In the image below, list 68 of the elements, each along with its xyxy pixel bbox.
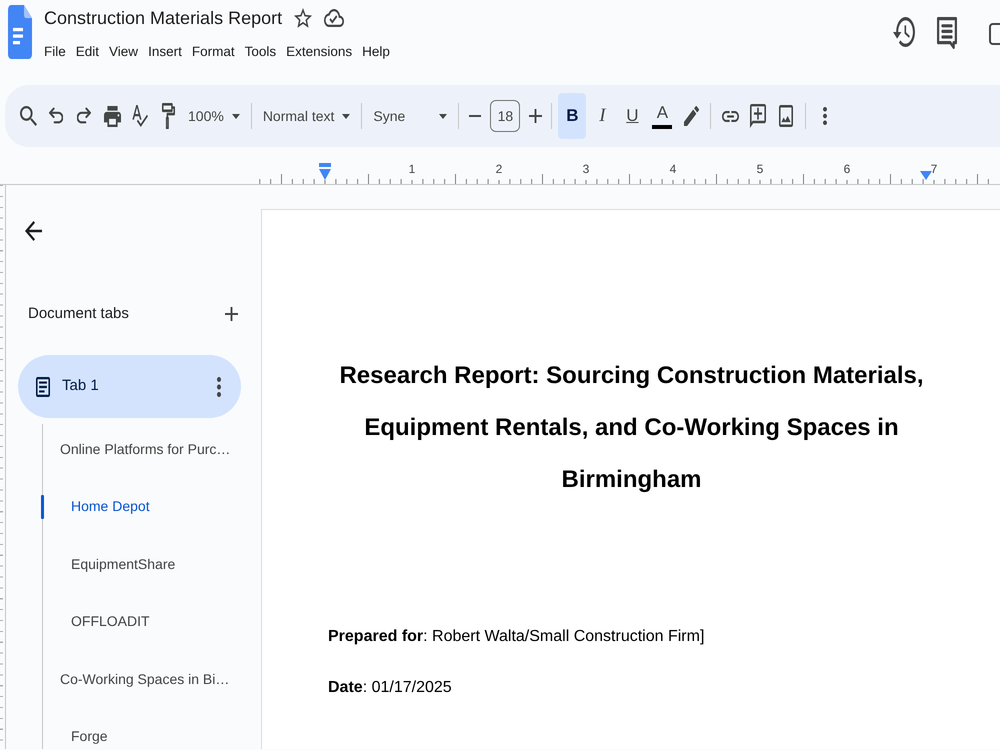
paint-roller-icon — [162, 103, 174, 129]
plus-icon — [528, 109, 542, 123]
font-size-field[interactable]: 18 — [490, 100, 520, 132]
outline-item[interactable]: Home Depot — [41, 494, 150, 518]
document-tab[interactable]: Tab 1 — [18, 355, 241, 418]
printer-icon — [104, 106, 120, 126]
zoom-dropdown[interactable]: 100% — [182, 100, 246, 132]
star-button[interactable] — [294, 8, 312, 28]
add-tab-button[interactable] — [225, 307, 238, 321]
menu-item[interactable]: Tools — [240, 41, 282, 63]
comments-button[interactable] — [937, 17, 957, 49]
outline-item[interactable]: OFFLOADIT — [41, 610, 150, 634]
paragraph-style-dropdown[interactable]: Normal text — [256, 100, 356, 132]
redo-icon — [77, 107, 91, 125]
caret-icon — [232, 114, 240, 118]
ruler-number: 6 — [844, 162, 850, 176]
comment-lines-icon — [937, 17, 957, 49]
minus-icon — [469, 115, 482, 117]
italic-button[interactable]: I — [588, 93, 616, 139]
version-history-button[interactable] — [893, 17, 915, 47]
docs-logo-icon — [8, 5, 32, 59]
more-vertical-icon — [217, 376, 221, 396]
ruler-number: 7 — [930, 162, 938, 176]
search-icon — [20, 106, 36, 126]
outline-item[interactable]: Co-Working Spaces in Bi… — [41, 667, 230, 691]
toolbar-button[interactable] — [988, 21, 1000, 47]
underline-button[interactable]: U — [618, 93, 646, 139]
font-dropdown[interactable]: Syne — [367, 100, 454, 132]
outline-item[interactable]: EquipmentShare — [41, 552, 176, 576]
marker-pen-icon — [684, 106, 699, 126]
document-tabs-heading: Document tabs — [28, 304, 129, 324]
report-detail-line: Prepared for: Robert Walta/Small Construction Firm] — [328, 627, 706, 647]
back-arrow-icon — [24, 221, 42, 241]
right-indent-icon[interactable] — [920, 171, 932, 180]
outline-item[interactable]: Forge — [41, 724, 108, 748]
ruler-number: 2 — [496, 162, 502, 176]
image-icon — [779, 105, 794, 127]
menu-item[interactable]: Format — [186, 41, 240, 63]
text-color-button[interactable]: A — [648, 93, 676, 139]
caret-icon — [439, 114, 448, 118]
link-icon — [722, 110, 739, 122]
menu-item[interactable]: Edit — [70, 41, 104, 63]
report-detail-line: Date: 01/17/2025 — [328, 678, 453, 698]
history-icon — [893, 17, 915, 47]
plus-icon — [225, 307, 238, 321]
star-icon — [294, 8, 312, 28]
report-title: Research Report: Sourcing Construction Materials, Equipment Rentals, and Co-Working Spaces in Birmingham — [338, 361, 925, 495]
ruler-number: 4 — [670, 162, 676, 176]
caret-icon — [342, 114, 350, 118]
comment-plus-icon — [750, 104, 766, 128]
document-icon — [36, 376, 50, 396]
menu-item[interactable]: Insert — [143, 41, 187, 63]
spellcheck-icon — [132, 105, 148, 127]
menu-item[interactable]: File — [39, 41, 71, 63]
ruler-number: 1 — [408, 162, 416, 176]
bold-button[interactable]: B — [558, 93, 586, 139]
cloud-check-icon — [324, 9, 344, 27]
ruler-number: 5 — [756, 162, 764, 176]
undo-icon — [49, 107, 63, 125]
cloud-status-button[interactable] — [324, 9, 344, 27]
menu-item[interactable]: Extensions — [281, 41, 358, 63]
menu-item[interactable]: View — [104, 41, 144, 63]
left-indent-icon[interactable] — [319, 163, 331, 180]
document-title[interactable]: Construction Materials Report — [44, 5, 282, 31]
menu-item[interactable]: Help — [357, 41, 395, 63]
more-vertical-icon — [823, 107, 828, 125]
ruler-number: 3 — [582, 162, 590, 176]
outline-item[interactable]: Online Platforms for Purc… — [41, 437, 230, 461]
